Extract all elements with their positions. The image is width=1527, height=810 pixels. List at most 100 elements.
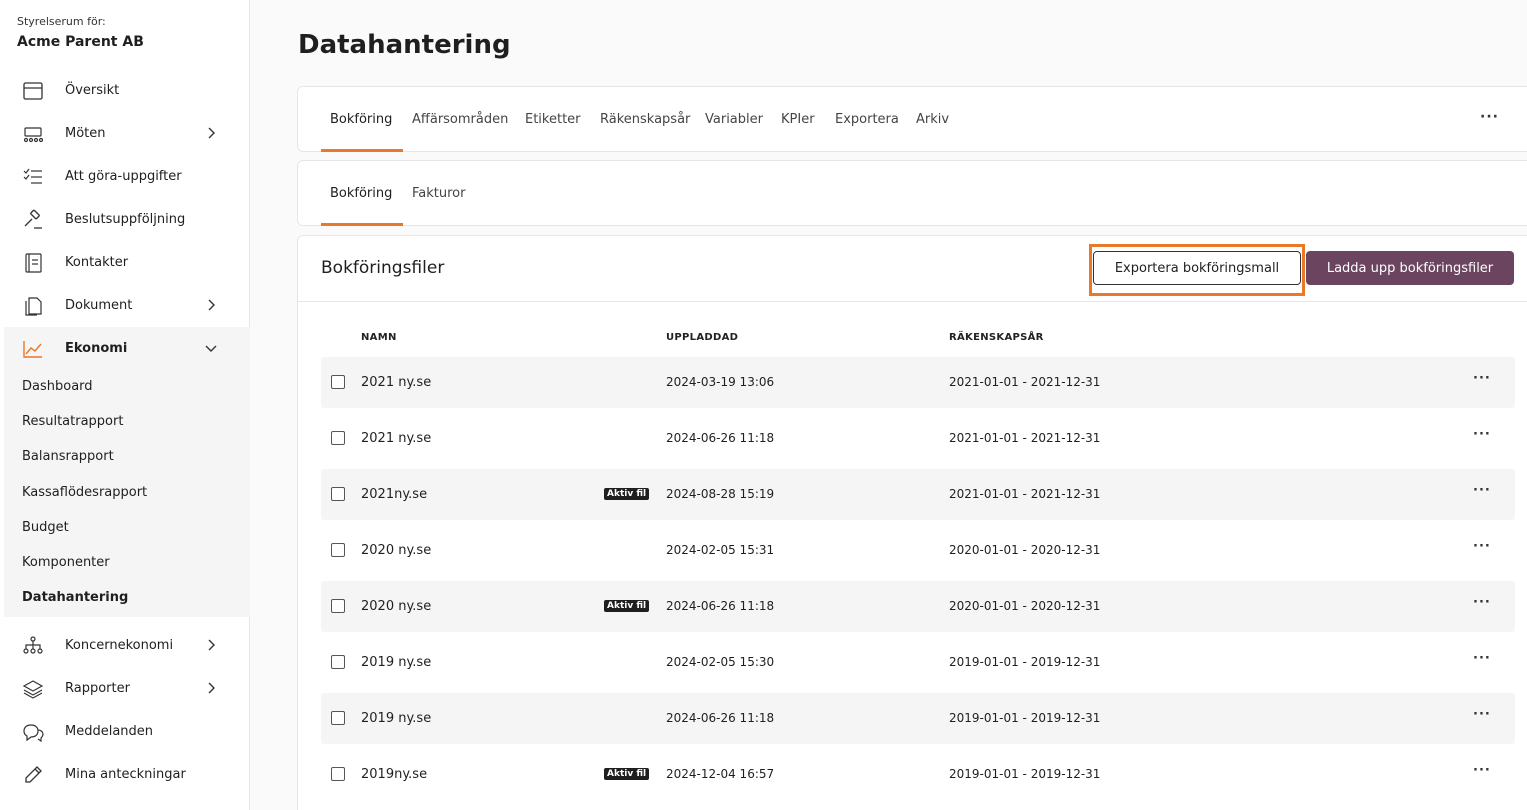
fiscal-year: 2021-01-01 - 2021-12-31 (949, 431, 1101, 445)
sidebar-item-label: Mina anteckningar (65, 767, 186, 782)
gavel-icon (24, 209, 42, 229)
row-menu-icon[interactable]: ··· (1473, 483, 1491, 498)
chat-bubbles-icon (23, 724, 44, 743)
export-template-button[interactable]: Exportera bokföringsmall (1093, 251, 1301, 285)
line-chart-icon (23, 341, 42, 358)
table-row[interactable]: 2019 ny.se 2024-06-26 11:18 2019-01-01 - 2… (321, 693, 1515, 744)
file-name[interactable]: 2021 ny.se (361, 375, 431, 390)
sidebar-subitem-kassaflodesrapport[interactable]: Kassaflödesrapport (22, 485, 147, 500)
table-row[interactable]: 2019 ny.se 2024-02-05 15:30 2019-01-01 - 2… (321, 637, 1515, 688)
sidebar-subitem-komponenter[interactable]: Komponenter (22, 555, 110, 570)
sidebar-item-moten[interactable]: Möten (4, 112, 250, 155)
sidebar-subitem-datahantering[interactable]: Datahantering (22, 590, 128, 605)
tab-kpier[interactable]: KPIer (781, 87, 815, 151)
sidebar-item-todo[interactable]: Att göra-uppgifter (4, 155, 250, 198)
table-row[interactable]: 2021ny.se Aktiv fil 2024-08-28 15:19 2021-0… (321, 469, 1515, 520)
row-checkbox[interactable] (331, 487, 345, 501)
sidebar-subitem-balansrapport[interactable]: Balansrapport (22, 449, 114, 464)
active-file-badge: Aktiv fil (604, 600, 650, 612)
chevron-right-icon (208, 682, 215, 694)
file-name[interactable]: 2019 ny.se (361, 655, 431, 670)
row-menu-icon[interactable]: ··· (1473, 595, 1491, 610)
column-header-name[interactable]: NAMN (361, 332, 397, 343)
sidebar-item-anteckningar[interactable]: Mina anteckningar (4, 753, 250, 796)
fiscal-year: 2021-01-01 - 2021-12-31 (949, 487, 1101, 501)
upload-files-button[interactable]: Ladda upp bokföringsfiler (1306, 251, 1514, 285)
file-name[interactable]: 2019 ny.se (361, 711, 431, 726)
row-checkbox[interactable] (331, 543, 345, 557)
table-row[interactable]: 2020 ny.se 2024-02-05 15:31 2020-01-01 - 2… (321, 525, 1515, 576)
layers-icon (22, 680, 44, 699)
sidebar-item-beslut[interactable]: Beslutsuppföljning (4, 198, 250, 241)
column-header-uploaded[interactable]: UPPLADDAD (666, 332, 738, 343)
sidebar-item-label: Meddelanden (65, 724, 154, 739)
documents-icon (25, 297, 42, 316)
fiscal-year: 2020-01-01 - 2020-12-31 (949, 599, 1101, 613)
uploaded-date: 2024-06-26 11:18 (666, 431, 775, 445)
more-options-icon[interactable]: ··· (1480, 109, 1499, 125)
sidebar-item-oversikt[interactable]: Översikt (4, 69, 250, 112)
row-menu-icon[interactable]: ··· (1473, 763, 1491, 778)
sidebar-item-label: Kontakter (65, 255, 129, 270)
primary-tabs: Bokföring Affärsområden Etiketter Räkens… (297, 86, 1527, 152)
tab-affarsomraden[interactable]: Affärsområden (412, 87, 508, 151)
row-checkbox[interactable] (331, 431, 345, 445)
file-name[interactable]: 2021ny.se (361, 487, 427, 502)
row-menu-icon[interactable]: ··· (1473, 427, 1491, 442)
sidebar-item-kontakter[interactable]: Kontakter (4, 241, 250, 284)
calendar-icon (23, 82, 43, 100)
row-menu-icon[interactable]: ··· (1473, 707, 1491, 722)
uploaded-date: 2024-06-26 11:18 (666, 599, 775, 613)
sidebar-item-label: Koncernekonomi (65, 638, 174, 653)
sidebar-item-label: Rapporter (65, 681, 130, 696)
table-row[interactable]: 2020 ny.se Aktiv fil 2024-06-26 11:18 2020-… (321, 581, 1515, 632)
table-row[interactable]: 2019ny.se Aktiv fil 2024-12-04 16:57 2019-0… (321, 749, 1515, 800)
tab-arkiv[interactable]: Arkiv (916, 87, 949, 151)
row-checkbox[interactable] (331, 655, 345, 669)
row-checkbox[interactable] (331, 375, 345, 389)
tab-rakenskapsar[interactable]: Räkenskapsår (600, 87, 690, 151)
row-checkbox[interactable] (331, 711, 345, 725)
sidebar-subitem-dashboard[interactable]: Dashboard (22, 379, 93, 394)
sidebar-item-dokument[interactable]: Dokument (4, 284, 250, 327)
tab-variabler[interactable]: Variabler (705, 87, 763, 151)
file-name[interactable]: 2021 ny.se (361, 431, 431, 446)
file-name[interactable]: 2020 ny.se (361, 543, 431, 558)
file-name[interactable]: 2020 ny.se (361, 599, 431, 614)
table-row[interactable]: 2021 ny.se 2024-03-19 13:06 2021-01-01 - 2… (321, 357, 1515, 408)
row-menu-icon[interactable]: ··· (1473, 371, 1491, 386)
page-title: Datahantering (298, 30, 511, 60)
sidebar-item-label: Att göra-uppgifter (65, 169, 182, 184)
row-menu-icon[interactable]: ··· (1473, 651, 1491, 666)
sidebar-subitem-resultatrapport[interactable]: Resultatrapport (22, 414, 123, 429)
secondary-tabs: Bokföring Fakturor (297, 160, 1527, 226)
contacts-book-icon (25, 253, 42, 273)
sidebar-item-koncernekonomi[interactable]: Koncernekonomi (4, 624, 250, 667)
tab-bokforing[interactable]: Bokföring (330, 87, 392, 151)
active-tab-indicator (321, 149, 403, 152)
row-menu-icon[interactable]: ··· (1473, 539, 1491, 554)
tab-exportera[interactable]: Exportera (835, 87, 899, 151)
org-label: Styrelserum för: (17, 15, 106, 28)
pencil-icon (25, 766, 42, 783)
uploaded-date: 2024-02-05 15:31 (666, 543, 775, 557)
sidebar-item-rapporter[interactable]: Rapporter (4, 667, 250, 710)
fiscal-year: 2020-01-01 - 2020-12-31 (949, 543, 1101, 557)
sidebar-item-ekonomi[interactable]: Ekonomi (4, 327, 250, 370)
sidebar-subitem-budget[interactable]: Budget (22, 520, 69, 535)
org-name[interactable]: Acme Parent AB (17, 34, 144, 50)
column-header-year[interactable]: RÄKENSKAPSÅR (949, 332, 1044, 343)
row-checkbox[interactable] (331, 599, 345, 613)
sidebar-item-label: Dokument (65, 298, 133, 313)
chevron-right-icon (208, 639, 215, 651)
fiscal-year: 2019-01-01 - 2019-12-31 (949, 655, 1101, 669)
subtab-fakturor[interactable]: Fakturor (412, 161, 465, 225)
subtab-bokforing[interactable]: Bokföring (330, 161, 392, 225)
fiscal-year: 2019-01-01 - 2019-12-31 (949, 711, 1101, 725)
uploaded-date: 2024-06-26 11:18 (666, 711, 775, 725)
table-row[interactable]: 2021 ny.se 2024-06-26 11:18 2021-01-01 - 2… (321, 413, 1515, 464)
tab-etiketter[interactable]: Etiketter (525, 87, 581, 151)
file-name[interactable]: 2019ny.se (361, 767, 427, 782)
row-checkbox[interactable] (331, 767, 345, 781)
sidebar-item-meddelanden[interactable]: Meddelanden (4, 710, 250, 753)
